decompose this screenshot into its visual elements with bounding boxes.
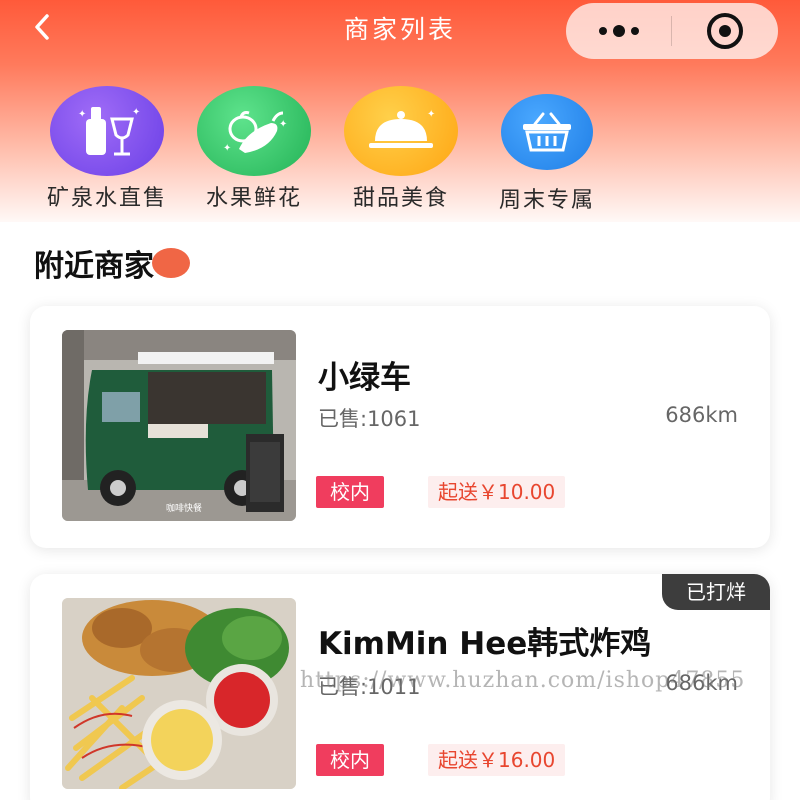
sold-count: 已售:1011 (318, 675, 421, 699)
shop-card[interactable]: 咖啡快餐 小绿车 已售:1061 686km 校内 起送￥10.00 (30, 306, 770, 548)
category-mineral-water[interactable]: ✦ ✦ 矿泉水直售 (27, 86, 187, 212)
category-icon-circle: ✦ ✦ (50, 86, 164, 176)
close-mini-program-button[interactable] (672, 3, 777, 59)
more-button[interactable] (566, 3, 671, 59)
svg-text:✦: ✦ (279, 119, 287, 130)
category-icon-circle (501, 94, 593, 170)
more-dots-icon (598, 25, 639, 37)
category-label: 水果鲜花 (205, 186, 302, 211)
target-circle-icon (706, 13, 743, 49)
section-title: 附近商家 (34, 249, 154, 284)
shop-card[interactable]: 已打烊 KimMin Hee韩式炸鸡 已售:1011 686km 校内 起送￥1… (30, 574, 770, 800)
campus-tag: 校内 (316, 744, 384, 776)
thumbnail-caption: 咖啡快餐 (166, 502, 202, 514)
min-order-tag: 起送￥10.00 (428, 476, 566, 508)
sold-count: 已售:1061 (318, 407, 421, 431)
food-truck-image: 咖啡快餐 (62, 330, 296, 521)
svg-text:✦: ✦ (132, 107, 140, 118)
min-order-tag: 起送￥16.00 (428, 744, 566, 776)
category-label: 周末专属 (498, 188, 595, 213)
svg-text:✦: ✦ (223, 143, 231, 154)
cloche-dish-icon: ✦ (369, 109, 435, 148)
section-title-accent (152, 248, 190, 278)
category-weekend[interactable]: 周末专属 (467, 86, 627, 214)
category-fruit-flowers[interactable]: ✦ ✦ 水果鲜花 (174, 86, 334, 212)
category-desserts[interactable]: ✦ 甜品美食 (321, 86, 481, 212)
category-icon-circle: ✦ (344, 86, 458, 176)
distance: 686km (665, 671, 738, 695)
mini-program-capsule (566, 3, 778, 59)
shop-thumbnail: 咖啡快餐 (62, 330, 296, 521)
category-label: 矿泉水直售 (46, 186, 167, 211)
distance: 686km (665, 403, 738, 427)
fried-chicken-image (62, 598, 296, 789)
shop-name: KimMin Hee韩式炸鸡 (318, 626, 652, 662)
svg-text:✦: ✦ (78, 109, 86, 120)
bottle-glass-icon: ✦ ✦ (78, 107, 140, 156)
shop-thumbnail (62, 598, 296, 789)
campus-tag: 校内 (316, 476, 384, 508)
category-icon-circle: ✦ ✦ (197, 86, 311, 176)
category-label: 甜品美食 (352, 186, 449, 211)
vegetable-icon: ✦ ✦ (223, 111, 287, 154)
shop-name: 小绿车 (318, 360, 411, 396)
svg-text:✦: ✦ (427, 109, 435, 120)
basket-icon (523, 112, 571, 152)
closed-ribbon: 已打烊 (662, 574, 770, 610)
